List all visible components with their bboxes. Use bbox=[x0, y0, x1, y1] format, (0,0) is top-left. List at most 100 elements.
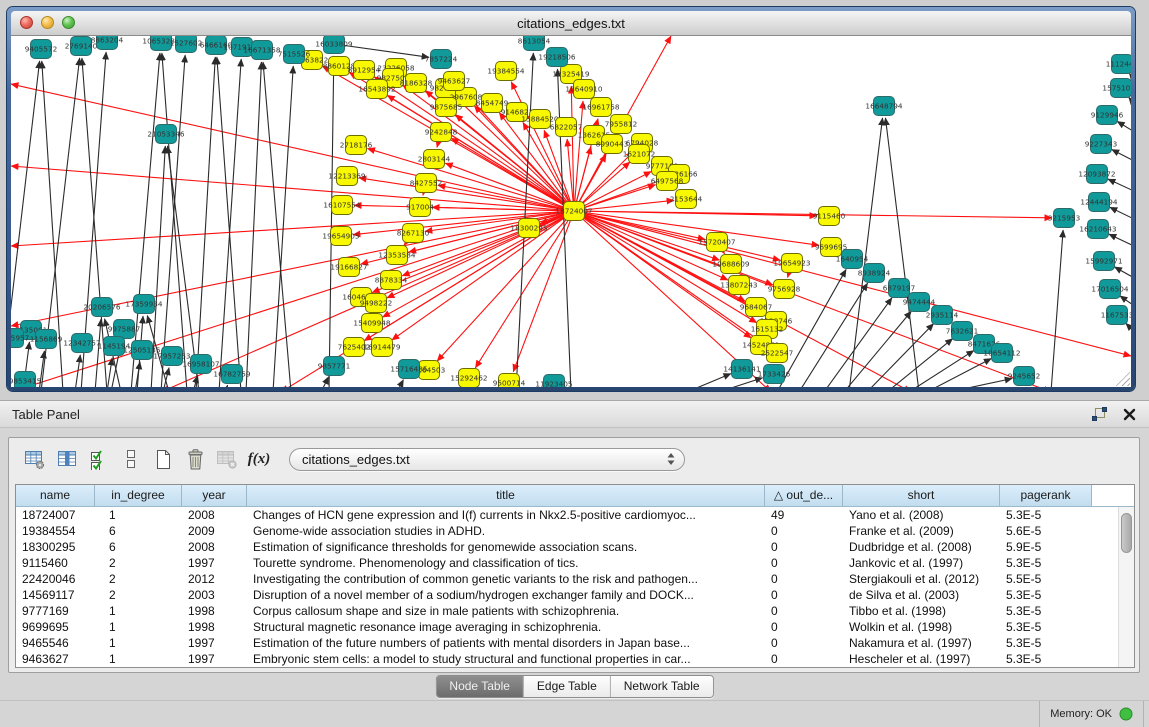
column-header-short[interactable]: short bbox=[843, 485, 1000, 507]
tab-network-table[interactable]: Network Table bbox=[611, 676, 713, 697]
table-row[interactable]: 946362711997Embryonic stem cells: a mode… bbox=[16, 651, 1134, 667]
graph-node[interactable]: 1527602 bbox=[170, 36, 203, 53]
table-options-button[interactable] bbox=[19, 444, 51, 474]
delete-table-button[interactable] bbox=[211, 444, 243, 474]
select-columns-button[interactable] bbox=[83, 444, 115, 474]
graph-node[interactable]: 2718176 bbox=[340, 136, 373, 155]
vertical-scrollbar[interactable] bbox=[1118, 507, 1134, 667]
column-header-name[interactable]: name bbox=[16, 485, 95, 507]
row-height-button[interactable] bbox=[115, 444, 147, 474]
graph-node[interactable]: 8267130 bbox=[397, 224, 430, 243]
graph-node[interactable]: 11923405 bbox=[535, 375, 572, 388]
svg-text:19384554: 19384554 bbox=[487, 67, 524, 76]
graph-node[interactable]: 9227343 bbox=[1085, 135, 1118, 154]
close-window-button[interactable] bbox=[20, 16, 33, 29]
graph-node[interactable]: 16648794 bbox=[865, 97, 902, 116]
table-row[interactable]: 1872400712008Changes of HCN gene express… bbox=[16, 507, 1134, 523]
table-tabs: Node TableEdge TableNetwork Table bbox=[435, 675, 713, 698]
table-row[interactable]: 1938455462009Genome-wide association stu… bbox=[16, 523, 1134, 539]
graph-node[interactable]: 9245652 bbox=[1008, 367, 1041, 386]
table-row[interactable]: 1456911722003Disruption of a novel membe… bbox=[16, 587, 1134, 603]
graph-node[interactable]: 15992971 bbox=[1085, 252, 1122, 271]
network-graph[interactable]: 1872400718300295271817612213369161075541… bbox=[11, 36, 1131, 387]
cell-title: Embryonic stem cells: a model to study s… bbox=[247, 651, 765, 667]
graph-node[interactable]: 9405572 bbox=[25, 40, 58, 59]
new-column-button[interactable] bbox=[147, 444, 179, 474]
graph-node[interactable]: 17359934 bbox=[125, 295, 162, 314]
cell-pagerank: 5.3E-5 bbox=[1000, 555, 1092, 571]
graph-node[interactable]: 8613054 bbox=[518, 36, 551, 51]
graph-node[interactable]: 15292462 bbox=[450, 369, 487, 388]
graph-node[interactable]: 9115460 bbox=[813, 207, 846, 226]
cell-short: Franke et al. (2009) bbox=[843, 523, 1000, 539]
graph-node[interactable]: 12213369 bbox=[328, 167, 365, 186]
graph-node[interactable]: 2153644 bbox=[670, 190, 703, 209]
show-columns-button[interactable] bbox=[51, 444, 83, 474]
graph-node[interactable]: 16914479 bbox=[363, 338, 400, 357]
svg-text:8912954: 8912954 bbox=[348, 66, 381, 75]
tab-node-table[interactable]: Node Table bbox=[436, 676, 524, 697]
table-row[interactable]: 1830029562008Estimation of significance … bbox=[16, 539, 1134, 555]
header-filler bbox=[1092, 485, 1134, 507]
cell-in_degree: 2 bbox=[95, 555, 182, 571]
graph-node[interactable]: 16107554 bbox=[323, 196, 360, 215]
svg-text:8863204: 8863204 bbox=[91, 36, 124, 45]
graph-node[interactable]: 1733426 bbox=[758, 365, 791, 384]
graph-node[interactable]: 15751074 bbox=[1102, 79, 1131, 98]
graph-node[interactable]: 16961758 bbox=[582, 98, 619, 117]
table-panel-header: Table Panel bbox=[0, 401, 1149, 428]
graph-node[interactable]: 19218506 bbox=[538, 48, 575, 67]
graph-node[interactable]: 19384554 bbox=[487, 62, 524, 81]
network-canvas[interactable]: 1872400718300295271817612213369161075541… bbox=[11, 36, 1131, 387]
graph-node[interactable]: 1112443 bbox=[1106, 55, 1131, 74]
column-header-in_degree[interactable]: in_degree bbox=[95, 485, 182, 507]
graph-node[interactable]: 10688609 bbox=[712, 255, 749, 274]
column-header-pagerank[interactable]: pagerank bbox=[1000, 485, 1092, 507]
node-table: namein_degreeyeartitle△ out_de...shortpa… bbox=[15, 484, 1135, 668]
cell-name: 9465546 bbox=[16, 635, 95, 651]
cell-year: 1998 bbox=[182, 603, 247, 619]
graph-node[interactable]: 1167533 bbox=[1101, 306, 1131, 325]
column-header-year[interactable]: year bbox=[182, 485, 247, 507]
graph-node[interactable]: 9853415 bbox=[11, 372, 41, 388]
svg-text:917004: 917004 bbox=[406, 203, 434, 212]
graph-node[interactable]: 19166827 bbox=[330, 258, 367, 277]
network-window[interactable]: citations_edges.txt 18724007183002952718… bbox=[7, 7, 1135, 391]
graph-node[interactable]: 9500714 bbox=[493, 374, 526, 388]
graph-node[interactable]: 3215953 bbox=[1048, 209, 1081, 228]
graph-node[interactable]: 12093872 bbox=[1078, 165, 1115, 184]
graph-node[interactable]: 17016504 bbox=[1091, 280, 1128, 299]
minimize-window-button[interactable] bbox=[41, 16, 54, 29]
column-header-title[interactable]: title bbox=[247, 485, 765, 507]
graph-node[interactable]: 917004 bbox=[406, 198, 434, 217]
svg-text:9857771: 9857771 bbox=[318, 362, 351, 371]
graph-node[interactable]: 19654923 bbox=[773, 254, 810, 273]
table-row[interactable]: 2242004622012Investigating the contribut… bbox=[16, 571, 1134, 587]
graph-node[interactable]: 20206576 bbox=[83, 298, 120, 317]
network-window-titlebar[interactable]: citations_edges.txt bbox=[11, 11, 1131, 36]
graph-node[interactable]: 16033809 bbox=[315, 36, 352, 54]
graph-node[interactable]: 15409948 bbox=[353, 314, 390, 333]
svg-text:9853415: 9853415 bbox=[11, 377, 41, 386]
cell-name: 22420046 bbox=[16, 571, 95, 587]
function-builder-button[interactable]: f(x) bbox=[243, 444, 275, 474]
scrollbar-thumb[interactable] bbox=[1121, 513, 1132, 553]
delete-columns-button[interactable] bbox=[179, 444, 211, 474]
graph-node[interactable]: 9857771 bbox=[318, 357, 351, 376]
graph-node[interactable]: 19654905 bbox=[322, 227, 359, 246]
table-row[interactable]: 946554611997Estimation of the future num… bbox=[16, 635, 1134, 651]
table-row[interactable]: 969969511998Structural magnetic resonanc… bbox=[16, 619, 1134, 635]
close-panel-icon[interactable] bbox=[1121, 406, 1137, 422]
float-panel-icon[interactable] bbox=[1091, 406, 1107, 422]
tab-edge-table[interactable]: Edge Table bbox=[524, 676, 611, 697]
table-row[interactable]: 977716911998Corpus callosum shape and si… bbox=[16, 603, 1134, 619]
column-header-out_de[interactable]: △ out_de... bbox=[765, 485, 843, 507]
graph-node[interactable]: 14136141 bbox=[723, 360, 760, 379]
table-row[interactable]: 911546021997Tourette syndrome. Phenomeno… bbox=[16, 555, 1134, 571]
graph-node[interactable]: 12342757 bbox=[63, 334, 100, 353]
table-selector-dropdown[interactable]: citations_edges.txt bbox=[289, 448, 685, 471]
graph-node[interactable]: 12353584 bbox=[378, 246, 415, 265]
graph-node[interactable]: 7857224 bbox=[425, 50, 458, 69]
cell-pagerank: 5.3E-5 bbox=[1000, 651, 1092, 667]
zoom-window-button[interactable] bbox=[62, 16, 75, 29]
